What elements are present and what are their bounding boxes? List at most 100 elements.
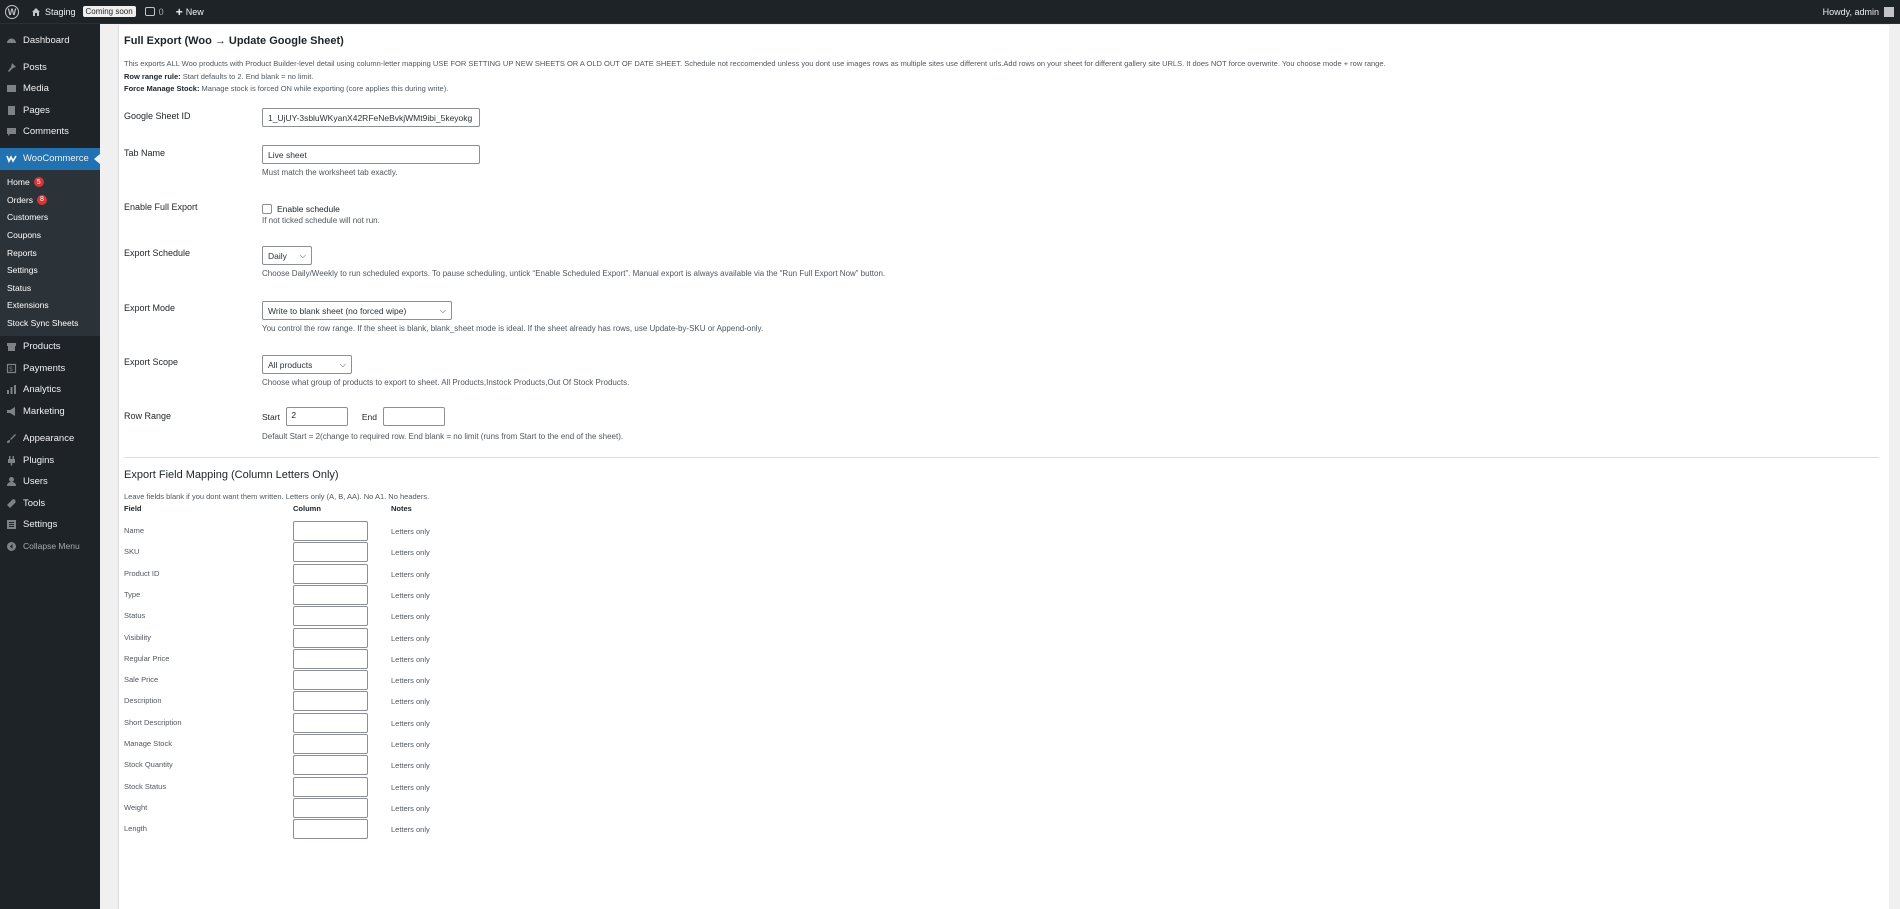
- site-name-link[interactable]: Staging: [31, 7, 76, 17]
- table-row: Visibility Letters only: [124, 627, 524, 650]
- sidebar-item-dashboard[interactable]: Dashboard: [0, 30, 100, 52]
- column-letter-input[interactable]: [293, 734, 368, 754]
- scope-description: Choose what group of products to export …: [262, 378, 630, 387]
- howdy-text: Howdy, admin: [1822, 6, 1879, 17]
- comments-count: 0: [158, 6, 164, 17]
- field-name: Stock Quantity: [124, 760, 173, 770]
- submenu-item-stock-sync-sheets[interactable]: Stock Sync Sheets: [0, 314, 100, 332]
- sidebar-item-media[interactable]: Media: [0, 78, 100, 100]
- column-letter-input[interactable]: [293, 797, 368, 818]
- sidebar-item-woocommerce[interactable]: WooCommerce: [0, 147, 100, 170]
- tab-name-label: Tab Name: [124, 148, 166, 158]
- collapse-menu-button[interactable]: Collapse Menu: [0, 535, 100, 557]
- submenu-item-label: Stock Sync Sheets: [7, 318, 79, 329]
- tab-name-input[interactable]: Live sheet: [262, 145, 480, 164]
- sidebar-item-analytics[interactable]: Analytics: [0, 379, 100, 401]
- sidebar-item-pages[interactable]: Pages: [0, 100, 100, 122]
- export-mode-select[interactable]: Write to blank sheet (no forced wipe) ⌵: [262, 301, 452, 320]
- submenu-item-label: Customers: [7, 212, 49, 223]
- submenu-item-extensions[interactable]: Extensions: [0, 297, 100, 315]
- field-note: Letters only: [391, 740, 430, 749]
- submenu-item-coupons[interactable]: Coupons: [0, 226, 100, 244]
- table-row: Name Letters only: [124, 521, 524, 543]
- sidebar-item-products[interactable]: Products: [0, 336, 100, 358]
- site-name: Staging: [45, 6, 76, 17]
- enable-schedule-label[interactable]: Enable schedule: [277, 204, 340, 214]
- field-note: Letters only: [391, 569, 430, 579]
- row-range-rule-label: Row range rule:: [124, 71, 181, 81]
- sidebar-item-posts[interactable]: Posts: [0, 57, 100, 79]
- sidebar-item-marketing[interactable]: Marketing: [0, 400, 100, 422]
- column-letter-input[interactable]: [293, 542, 368, 563]
- schedule-description: Choose Daily/Weekly to run scheduled exp…: [262, 269, 886, 278]
- submenu-item-reports[interactable]: Reports: [0, 244, 100, 262]
- table-row: Status Letters only: [124, 606, 524, 628]
- coming-soon-badge[interactable]: Coming soon: [82, 6, 136, 17]
- table-row: Sale Price Letters only: [124, 670, 524, 692]
- column-header-notes: Notes: [391, 504, 412, 513]
- submenu-item-status[interactable]: Status: [0, 279, 100, 297]
- megaphone-icon: [7, 406, 15, 416]
- field-note: Letters only: [391, 654, 430, 664]
- table-row: Stock Status Letters only: [124, 776, 524, 799]
- column-letter-input[interactable]: [293, 627, 368, 648]
- wordpress-logo-icon[interactable]: W: [5, 4, 19, 19]
- sheet-id-input[interactable]: 1_UjUY-3sbluWKyanX42RFeNeBvkjWMt9ibi_5ke…: [262, 108, 480, 127]
- column-letter-input[interactable]: [293, 521, 368, 541]
- home-count-badge: 5: [33, 177, 44, 188]
- sidebar-item-users[interactable]: Users: [0, 471, 100, 493]
- export-mode-label: Export Mode: [124, 303, 176, 313]
- sidebar-item-tools[interactable]: Tools: [0, 492, 100, 514]
- column-letter-input[interactable]: [293, 819, 368, 840]
- sidebar-item-appearance[interactable]: Appearance: [0, 428, 100, 450]
- sidebar-item-payments[interactable]: $ Payments: [0, 357, 100, 379]
- intro-line-1: This exports ALL Woo products with Produ…: [124, 59, 1386, 68]
- wrench-icon: [7, 498, 16, 508]
- column-letter-input[interactable]: [293, 670, 368, 691]
- column-letter-input[interactable]: [293, 712, 368, 733]
- column-letter-input[interactable]: [293, 691, 368, 712]
- sidebar-item-settings[interactable]: Settings: [0, 514, 100, 536]
- submenu-item-orders[interactable]: Orders 8: [0, 191, 100, 209]
- home-icon: [32, 7, 40, 16]
- submenu-item-settings[interactable]: Settings: [0, 261, 100, 279]
- table-row: Regular Price Letters only: [124, 648, 524, 671]
- field-note: Letters only: [391, 527, 430, 536]
- column-letter-input[interactable]: [293, 584, 368, 605]
- export-scope-select[interactable]: All products ⌵: [262, 355, 352, 374]
- column-letter-input[interactable]: [293, 606, 368, 627]
- column-letter-input[interactable]: [293, 755, 368, 776]
- my-account-link[interactable]: Howdy, admin: [1822, 6, 1894, 17]
- field-note: Letters only: [391, 676, 430, 686]
- sidebar-item-label: Pages: [23, 104, 50, 116]
- dashboard-icon: [7, 38, 16, 44]
- submenu-item-customers[interactable]: Customers: [0, 209, 100, 227]
- field-note: Letters only: [391, 590, 430, 600]
- mode-description: You control the row range. If the sheet …: [262, 324, 764, 333]
- submenu-item-home[interactable]: Home 5: [0, 174, 100, 192]
- sidebar-item-label: Tools: [23, 497, 46, 509]
- export-schedule-label: Export Schedule: [124, 248, 191, 258]
- column-letter-input[interactable]: [293, 563, 368, 584]
- new-content-link[interactable]: + New: [176, 6, 204, 18]
- column-header-column: Column: [293, 504, 321, 513]
- brush-icon: [7, 434, 16, 444]
- range-end-input[interactable]: [383, 407, 446, 426]
- sidebar-item-comments[interactable]: Comments: [0, 121, 100, 143]
- export-scope-label: Export Scope: [124, 357, 179, 367]
- column-letter-input[interactable]: [293, 776, 368, 797]
- sidebar-item-plugins[interactable]: Plugins: [0, 449, 100, 471]
- sidebar-item-label: Posts: [23, 61, 47, 73]
- table-row: Manage Stock Letters only: [124, 734, 524, 756]
- comment-icon: [7, 128, 16, 137]
- sidebar-item-label: Comments: [23, 126, 69, 138]
- comments-link[interactable]: 0: [144, 6, 164, 17]
- column-letter-input[interactable]: [293, 648, 368, 669]
- field-name: Short Description: [124, 717, 182, 727]
- enable-schedule-checkbox[interactable]: [262, 203, 272, 214]
- range-start-input[interactable]: 2: [286, 407, 349, 426]
- sidebar-item-label: Appearance: [23, 433, 75, 445]
- comment-icon: [144, 7, 155, 16]
- row-range-rule-text: Start defaults to 2. End blank = no limi…: [180, 71, 314, 81]
- export-schedule-select[interactable]: Daily ⌵: [262, 246, 312, 265]
